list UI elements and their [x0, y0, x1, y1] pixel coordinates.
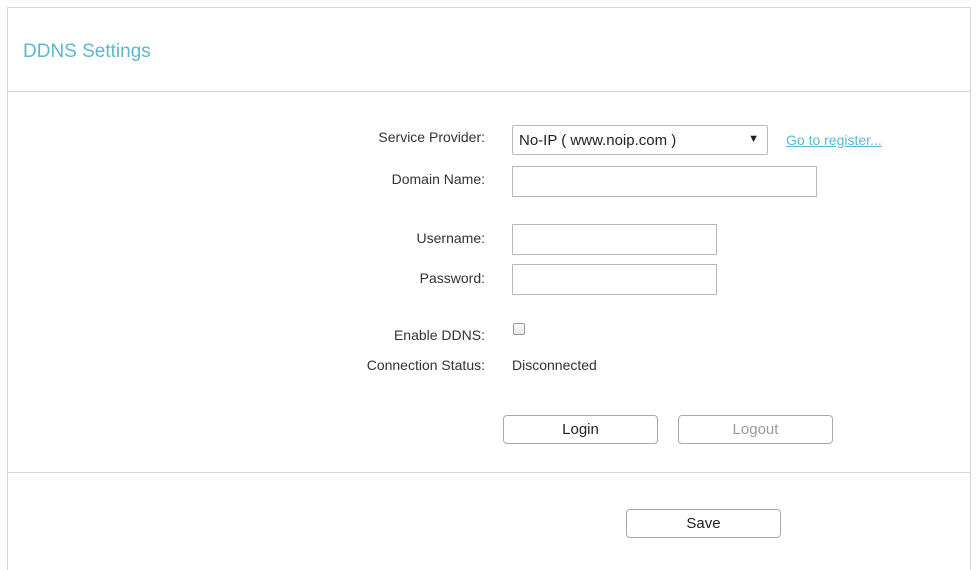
panel-title: DDNS Settings	[23, 41, 151, 62]
enable-ddns-label: Enable DDNS:	[393, 327, 485, 343]
domain-name-input[interactable]	[512, 166, 817, 197]
ddns-settings-panel: DDNS Settings Service Provider: No-IP ( …	[7, 7, 971, 570]
username-label: Username:	[416, 230, 485, 246]
password-input[interactable]	[512, 264, 717, 295]
connection-status-label: Connection Status:	[366, 357, 485, 373]
go-to-register-link[interactable]: Go to register...	[786, 132, 882, 148]
connection-status-value: Disconnected	[512, 357, 597, 373]
login-button[interactable]: Login	[503, 415, 658, 444]
domain-name-label: Domain Name:	[391, 171, 485, 187]
password-label: Password:	[419, 270, 485, 286]
service-provider-select[interactable]: No-IP ( www.noip.com ) ▼	[512, 125, 768, 155]
service-provider-selected: No-IP ( www.noip.com )	[519, 132, 677, 149]
header-divider	[8, 91, 970, 92]
enable-ddns-checkbox[interactable]	[513, 323, 525, 335]
logout-button[interactable]: Logout	[678, 415, 833, 444]
footer-divider	[8, 472, 970, 473]
dropdown-arrow-icon: ▼	[748, 133, 759, 145]
username-input[interactable]	[512, 224, 717, 255]
save-button[interactable]: Save	[626, 509, 781, 538]
service-provider-label: Service Provider:	[378, 129, 485, 145]
